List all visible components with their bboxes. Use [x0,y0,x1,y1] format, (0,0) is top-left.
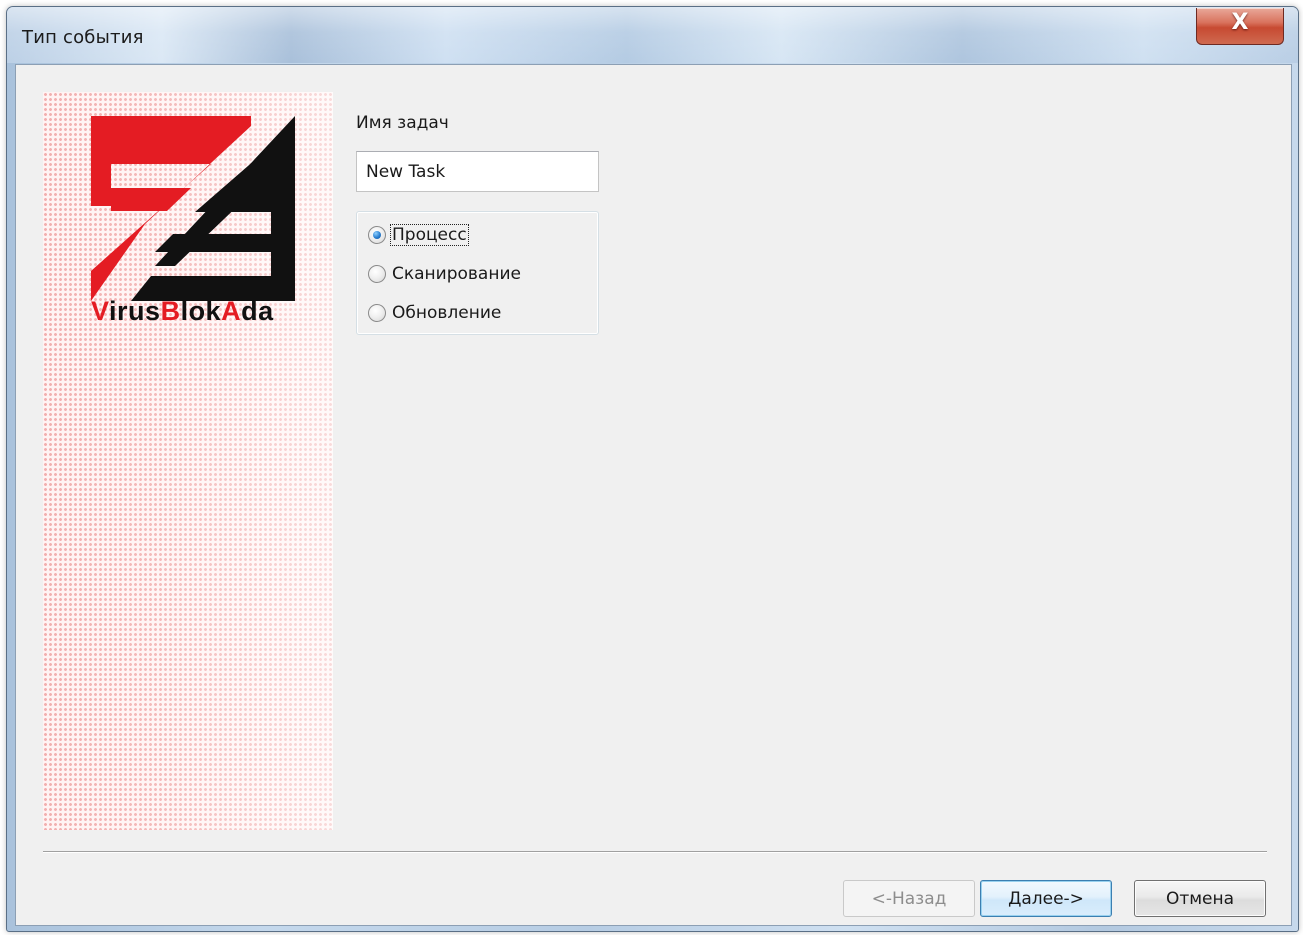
close-button[interactable]: X [1196,8,1284,45]
footer-separator [43,851,1267,853]
radio-process-label[interactable]: Процесс [390,224,469,246]
dialog-client-area: VirusBlokAda Имя задач Процесс Сканирова… [15,64,1292,926]
radio-scan-label[interactable]: Сканирование [391,264,522,284]
virusblokada-logo-icon [91,116,295,301]
radio-update-label[interactable]: Обновление [391,303,502,323]
event-type-group: Процесс Сканирование Обновление [356,211,599,335]
cancel-button[interactable]: Отмена [1134,880,1266,917]
back-button[interactable]: <-Назад [843,880,975,917]
brand-wordmark: VirusBlokAda [91,296,274,326]
brand-logo: VirusBlokAda [43,92,333,342]
radio-scan[interactable]: Сканирование [368,261,522,287]
radio-scan-button[interactable] [368,265,386,283]
radio-update-button[interactable] [368,304,386,322]
window-title: Тип события [22,27,144,48]
task-name-input[interactable] [356,151,599,192]
radio-update[interactable]: Обновление [368,300,502,326]
next-button[interactable]: Далее-> [980,880,1112,917]
radio-process-button[interactable] [368,226,386,244]
title-bar[interactable]: Тип события X [7,7,1298,63]
radio-process[interactable]: Процесс [368,222,469,248]
dialog-window: Тип события X VirusBlokAda Имя задач П [6,6,1299,932]
close-icon: X [1231,10,1249,35]
task-name-label: Имя задач [356,113,449,133]
